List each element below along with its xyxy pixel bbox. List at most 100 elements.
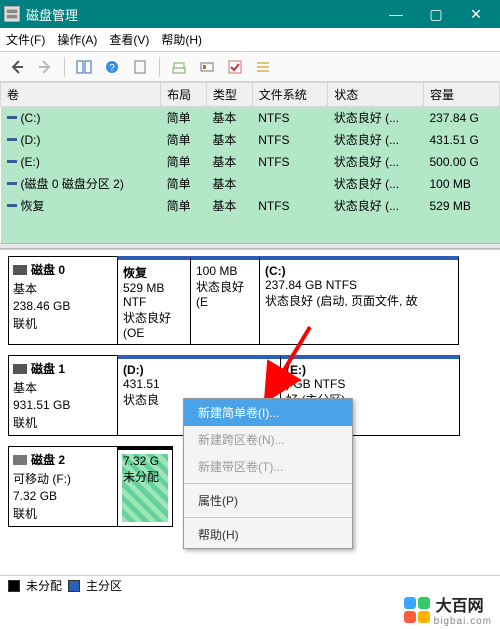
disk-status: 联机 <box>13 414 113 431</box>
back-button[interactable] <box>6 56 28 78</box>
volume-status: 状态良好 (... <box>328 151 424 173</box>
disk-size: 931.51 GB <box>13 398 113 412</box>
disk-kind: 可移动 (F:) <box>13 470 113 487</box>
volume-layout: 简单 <box>161 173 207 195</box>
volume-icon <box>7 160 17 163</box>
volume-name: (E:) <box>21 155 40 169</box>
volume-capacity: 529 MB <box>423 195 499 217</box>
partition[interactable]: (C:) 237.84 GB NTFS 状态良好 (启动, 页面文件, 故 <box>259 256 459 345</box>
col-type[interactable]: 类型 <box>206 83 252 107</box>
legend-unallocated: 未分配 <box>26 577 62 594</box>
col-layout[interactable]: 布局 <box>161 83 207 107</box>
volume-fs: NTFS <box>252 195 328 217</box>
partition-unallocated[interactable]: 7.32 G 未分配 <box>117 446 173 527</box>
disk-label: 磁盘 0 <box>31 261 65 278</box>
disk-label: 磁盘 2 <box>31 451 65 468</box>
volume-capacity: 431.51 G <box>423 129 499 151</box>
volume-capacity: 100 MB <box>423 173 499 195</box>
volume-layout: 简单 <box>161 129 207 151</box>
volume-layout: 简单 <box>161 107 207 129</box>
partition-title: (E:) <box>286 363 454 377</box>
svg-text:?: ? <box>109 63 115 74</box>
disk-size: 7.32 GB <box>13 489 113 503</box>
volume-status: 状态良好 (... <box>328 173 424 195</box>
volume-status: 状态良好 (... <box>328 107 424 129</box>
volume-icon <box>7 204 17 207</box>
menu-view[interactable]: 查看(V) <box>109 31 149 48</box>
volume-name: (磁盘 0 磁盘分区 2) <box>21 175 124 192</box>
partition-status: 未分配 <box>123 468 167 485</box>
refresh-icon[interactable] <box>168 56 190 78</box>
menu-bar: 文件(F) 操作(A) 查看(V) 帮助(H) <box>0 28 500 52</box>
volume-fs <box>252 173 328 195</box>
menu-help[interactable]: 帮助(H) <box>161 31 202 48</box>
volume-name: (C:) <box>21 111 41 125</box>
minimize-button[interactable]: — <box>376 0 416 28</box>
disk-icon <box>13 364 27 374</box>
ctx-separator <box>184 483 352 484</box>
volume-type: 基本 <box>206 107 252 129</box>
ctx-new-striped-volume: 新建带区卷(T)... <box>184 453 352 480</box>
partition-title: 恢复 <box>123 264 185 281</box>
forward-button[interactable] <box>34 56 56 78</box>
menu-file[interactable]: 文件(F) <box>6 31 45 48</box>
partition[interactable]: 恢复 529 MB NTF 状态良好 (OE <box>117 256 191 345</box>
partition-size: ) GB NTFS <box>286 377 454 391</box>
ctx-new-simple-volume[interactable]: 新建简单卷(I)... <box>184 399 352 426</box>
volume-name: 恢复 <box>21 197 45 214</box>
disk-label: 磁盘 1 <box>31 360 65 377</box>
toolbar: ? <box>0 52 500 82</box>
volume-row[interactable]: (磁盘 0 磁盘分区 2) 简单 基本 状态良好 (... 100 MB <box>1 173 500 195</box>
volume-type: 基本 <box>206 195 252 217</box>
watermark-url: bigbai.com <box>434 616 492 627</box>
partition-title: (D:) <box>123 363 275 377</box>
disk-header[interactable]: 磁盘 2 可移动 (F:) 7.32 GB 联机 <box>8 446 118 527</box>
legend-primary: 主分区 <box>86 577 122 594</box>
help-icon[interactable]: ? <box>101 56 123 78</box>
col-volume[interactable]: 卷 <box>1 83 161 107</box>
partition-status: 状态良好 (E <box>196 278 254 309</box>
ctx-new-spanned-volume: 新建跨区卷(N)... <box>184 426 352 453</box>
volume-status: 状态良好 (... <box>328 195 424 217</box>
col-status[interactable]: 状态 <box>328 83 424 107</box>
volume-type: 基本 <box>206 151 252 173</box>
disk-size: 238.46 GB <box>13 299 113 313</box>
maximize-button[interactable]: ▢ <box>416 0 456 28</box>
disk-status: 联机 <box>13 505 113 522</box>
legend-swatch-unallocated <box>8 580 20 592</box>
ctx-help[interactable]: 帮助(H) <box>184 521 352 548</box>
volume-list[interactable]: 卷 布局 类型 文件系统 状态 容量 (C:) 简单 基本 NTFS 状态良好 … <box>0 82 500 243</box>
volume-type: 基本 <box>206 129 252 151</box>
volume-name: (D:) <box>21 133 41 147</box>
disk-row: 磁盘 0 基本 238.46 GB 联机恢复 529 MB NTF 状态良好 (… <box>8 256 492 345</box>
volume-row[interactable]: (C:) 简单 基本 NTFS 状态良好 (... 237.84 G <box>1 107 500 129</box>
disk-icon <box>13 455 27 465</box>
disk-status: 联机 <box>13 315 113 332</box>
col-fs[interactable]: 文件系统 <box>252 83 328 107</box>
partition[interactable]: 100 MB 状态良好 (E <box>190 256 260 345</box>
toolbar-panel-icon[interactable] <box>73 56 95 78</box>
menu-action[interactable]: 操作(A) <box>57 31 97 48</box>
volume-fs: NTFS <box>252 151 328 173</box>
partition-status: 状态良好 (OE <box>123 309 185 340</box>
disk-kind: 基本 <box>13 379 113 396</box>
partition-size: 237.84 GB NTFS <box>265 278 453 292</box>
volume-fs: NTFS <box>252 107 328 129</box>
partition-size: 7.32 G <box>123 454 167 468</box>
volume-row[interactable]: 恢复 简单 基本 NTFS 状态良好 (... 529 MB <box>1 195 500 217</box>
volume-row[interactable]: (D:) 简单 基本 NTFS 状态良好 (... 431.51 G <box>1 129 500 151</box>
col-capacity[interactable]: 容量 <box>423 83 499 107</box>
toolbar-check-icon[interactable] <box>224 56 246 78</box>
volume-row[interactable]: (E:) 简单 基本 NTFS 状态良好 (... 500.00 G <box>1 151 500 173</box>
watermark-logo-icon <box>404 597 430 623</box>
volume-icon <box>7 116 17 119</box>
disk-header[interactable]: 磁盘 1 基本 931.51 GB 联机 <box>8 355 118 436</box>
context-menu: 新建简单卷(I)... 新建跨区卷(N)... 新建带区卷(T)... 属性(P… <box>183 398 353 549</box>
ctx-properties[interactable]: 属性(P) <box>184 487 352 514</box>
disk-header[interactable]: 磁盘 0 基本 238.46 GB 联机 <box>8 256 118 345</box>
settings-icon[interactable] <box>196 56 218 78</box>
disk-kind: 基本 <box>13 280 113 297</box>
toolbar-list-icon[interactable] <box>252 56 274 78</box>
close-button[interactable]: ✕ <box>456 0 496 28</box>
toolbar-doc-icon[interactable] <box>129 56 151 78</box>
